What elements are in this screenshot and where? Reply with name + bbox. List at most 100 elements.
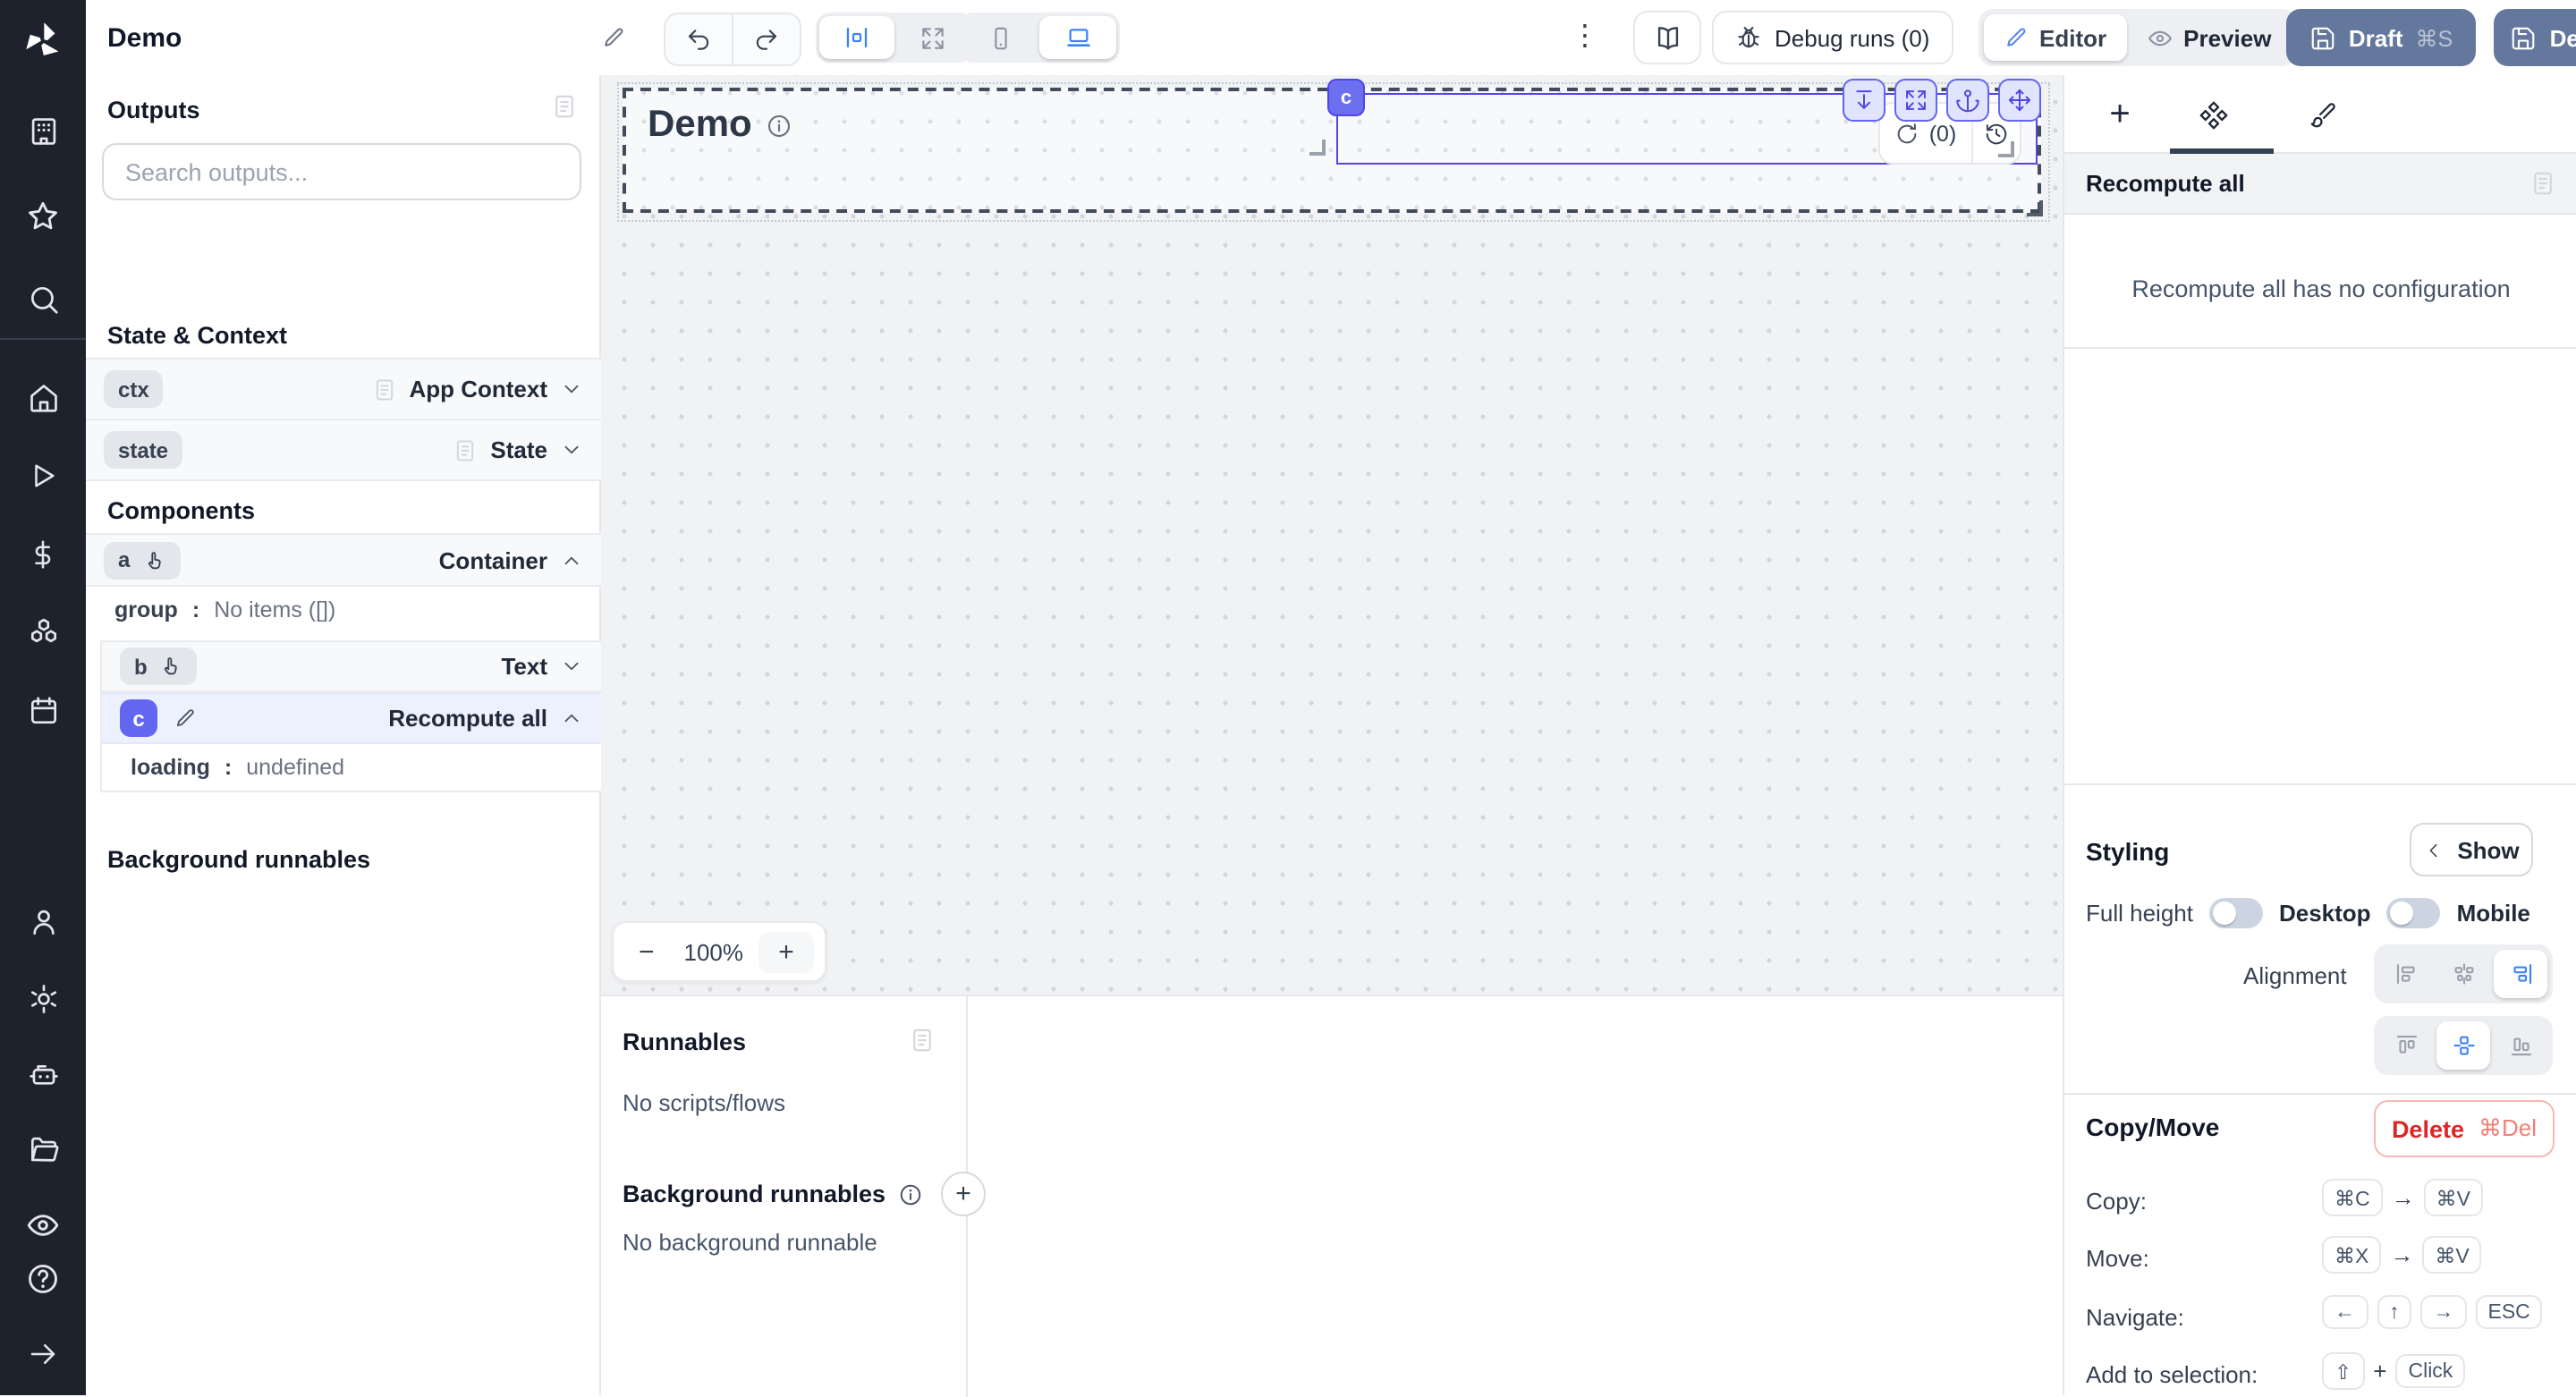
divider <box>2064 1093 2576 1095</box>
app-window: Demo ⋮ Debug runs (0) Editor <box>0 0 2576 1395</box>
settings-gear-icon[interactable] <box>0 971 86 1026</box>
resize-handle[interactable] <box>1998 141 2014 157</box>
deploy-label: Deploy <box>2550 24 2576 51</box>
styling-brush-tab[interactable] <box>2293 75 2354 154</box>
anchor-button[interactable] <box>1946 79 1989 122</box>
arrow-separator: → <box>2392 1184 2415 1211</box>
bg-runnables-heading: Background runnables <box>623 1181 886 1207</box>
search-icon[interactable] <box>0 274 86 328</box>
align-bottom-button[interactable] <box>2494 1021 2547 1070</box>
runs-play-icon[interactable] <box>0 449 86 504</box>
align-right-button[interactable] <box>2494 950 2547 998</box>
move-button[interactable] <box>1998 79 2041 122</box>
component-settings-tab[interactable] <box>2182 75 2243 154</box>
app-canvas[interactable]: Demo c (0) − 100% + <box>601 75 2063 995</box>
state-badge: state <box>104 431 182 469</box>
variables-dollar-icon[interactable] <box>0 528 86 582</box>
search-outputs-input[interactable] <box>102 143 581 200</box>
top-toolbar: Demo ⋮ Debug runs (0) Editor <box>86 0 2576 77</box>
state-row[interactable]: state State <box>86 419 601 481</box>
loading-property-row[interactable]: loading : undefined <box>102 744 601 791</box>
zoom-in-button[interactable]: + <box>758 931 814 972</box>
b-type-label: Text <box>501 653 547 680</box>
divider <box>2064 347 2576 349</box>
editor-tab[interactable]: Editor <box>1984 14 2126 61</box>
ctx-row[interactable]: ctx App Context <box>86 358 601 420</box>
align-center-vertical-button[interactable] <box>2436 1021 2490 1070</box>
runnables-doc-icon[interactable] <box>909 1027 936 1054</box>
kbd-cmd-v: ⌘V <box>2422 1236 2481 1274</box>
redo-button[interactable] <box>733 14 800 64</box>
schedules-calendar-icon[interactable] <box>0 684 86 739</box>
debug-runs-button[interactable]: Debug runs (0) <box>1712 11 1953 64</box>
audit-eye-icon[interactable] <box>0 1198 86 1253</box>
align-left-button[interactable] <box>2379 950 2433 998</box>
book-icon <box>1652 22 1682 53</box>
component-row-a[interactable]: a Container <box>86 533 601 587</box>
fullscreen-expand-button[interactable] <box>1894 79 1937 122</box>
config-doc-icon[interactable] <box>2529 170 2556 197</box>
undo-button[interactable] <box>665 14 732 64</box>
folders-icon[interactable] <box>0 1122 86 1177</box>
workspace-icon[interactable] <box>0 105 86 159</box>
zoom-level: 100% <box>669 938 758 965</box>
desktop-view-laptop-icon[interactable] <box>1039 16 1116 59</box>
help-icon[interactable] <box>0 1252 86 1307</box>
workers-robot-icon[interactable] <box>0 1047 86 1102</box>
edit-title-pencil-icon[interactable] <box>601 25 626 50</box>
undo-redo-group <box>664 13 801 66</box>
centered-layout-button[interactable] <box>819 16 894 59</box>
zoom-out-button[interactable]: − <box>624 936 669 967</box>
docs-book-button[interactable] <box>1633 11 1701 64</box>
doc-icon <box>371 377 396 402</box>
paintbrush-icon <box>2309 100 2338 129</box>
home-icon[interactable] <box>0 370 86 425</box>
align-top-button[interactable] <box>2379 1021 2433 1070</box>
insert-component-tab[interactable]: + <box>2089 75 2150 154</box>
user-icon[interactable] <box>0 895 86 950</box>
expand-down-button[interactable] <box>1843 79 1885 122</box>
draft-button[interactable]: Draft ⌘S <box>2286 9 2476 66</box>
component-row-c-selected[interactable]: c Recompute all <box>102 692 601 744</box>
kbd-cmd-v: ⌘V <box>2424 1179 2483 1216</box>
ctx-type-label: App Context <box>409 376 547 402</box>
bug-icon <box>1735 24 1762 51</box>
windmill-logo[interactable] <box>20 18 66 73</box>
draft-label: Draft <box>2349 24 2403 51</box>
outputs-doc-icon[interactable] <box>551 93 578 120</box>
full-height-toggle[interactable] <box>2209 898 2263 928</box>
favorites-star-icon[interactable] <box>0 189 86 243</box>
chevron-left-icon <box>2423 840 2443 859</box>
expand-rail-arrow-icon[interactable] <box>0 1326 86 1381</box>
hand-pointer-icon <box>160 655 183 678</box>
navigate-shortcuts: ← ↑ → ESC <box>2322 1295 2543 1329</box>
move-label: Move: <box>2086 1245 2149 1272</box>
group-property-row[interactable]: group : No items ([]) <box>86 587 601 633</box>
canvas-width-group <box>816 13 973 63</box>
no-background-text: No background runnable <box>623 1229 877 1256</box>
background-runnables-heading: Background runnables <box>107 846 370 873</box>
container-resize-handle[interactable] <box>2027 200 2043 216</box>
horizontal-alignment-group <box>2374 944 2553 1003</box>
chevron-down-icon <box>560 438 583 461</box>
resize-handle[interactable] <box>1309 140 1326 156</box>
group-value: No items ([]) <box>214 597 335 622</box>
outputs-panel: Outputs State & Context ctx App Context … <box>86 75 601 1395</box>
preview-tab[interactable]: Preview <box>2126 14 2291 61</box>
desktop-mobile-toggle[interactable] <box>2387 898 2441 928</box>
add-background-runnable-button[interactable]: + <box>941 1172 986 1216</box>
kebab-menu[interactable]: ⋮ <box>1571 18 1599 54</box>
resources-cubes-icon[interactable] <box>0 605 86 660</box>
component-row-b[interactable]: b Text <box>102 642 601 692</box>
arrow-separator: → <box>2390 1241 2413 1268</box>
selected-component-tab[interactable]: c <box>1327 79 1365 116</box>
deploy-button[interactable]: Deploy <box>2494 9 2576 66</box>
navigate-label: Navigate: <box>2086 1304 2184 1331</box>
edit-pencil-icon[interactable] <box>174 707 197 730</box>
align-center-horizontal-button[interactable] <box>2436 950 2490 998</box>
mobile-view-phone-icon[interactable] <box>962 16 1039 59</box>
show-styling-button[interactable]: Show <box>2410 823 2533 876</box>
delete-component-button[interactable]: Delete ⌘Del <box>2374 1100 2555 1157</box>
kbd-click: Click <box>2395 1354 2465 1388</box>
loading-key: loading <box>131 755 210 780</box>
